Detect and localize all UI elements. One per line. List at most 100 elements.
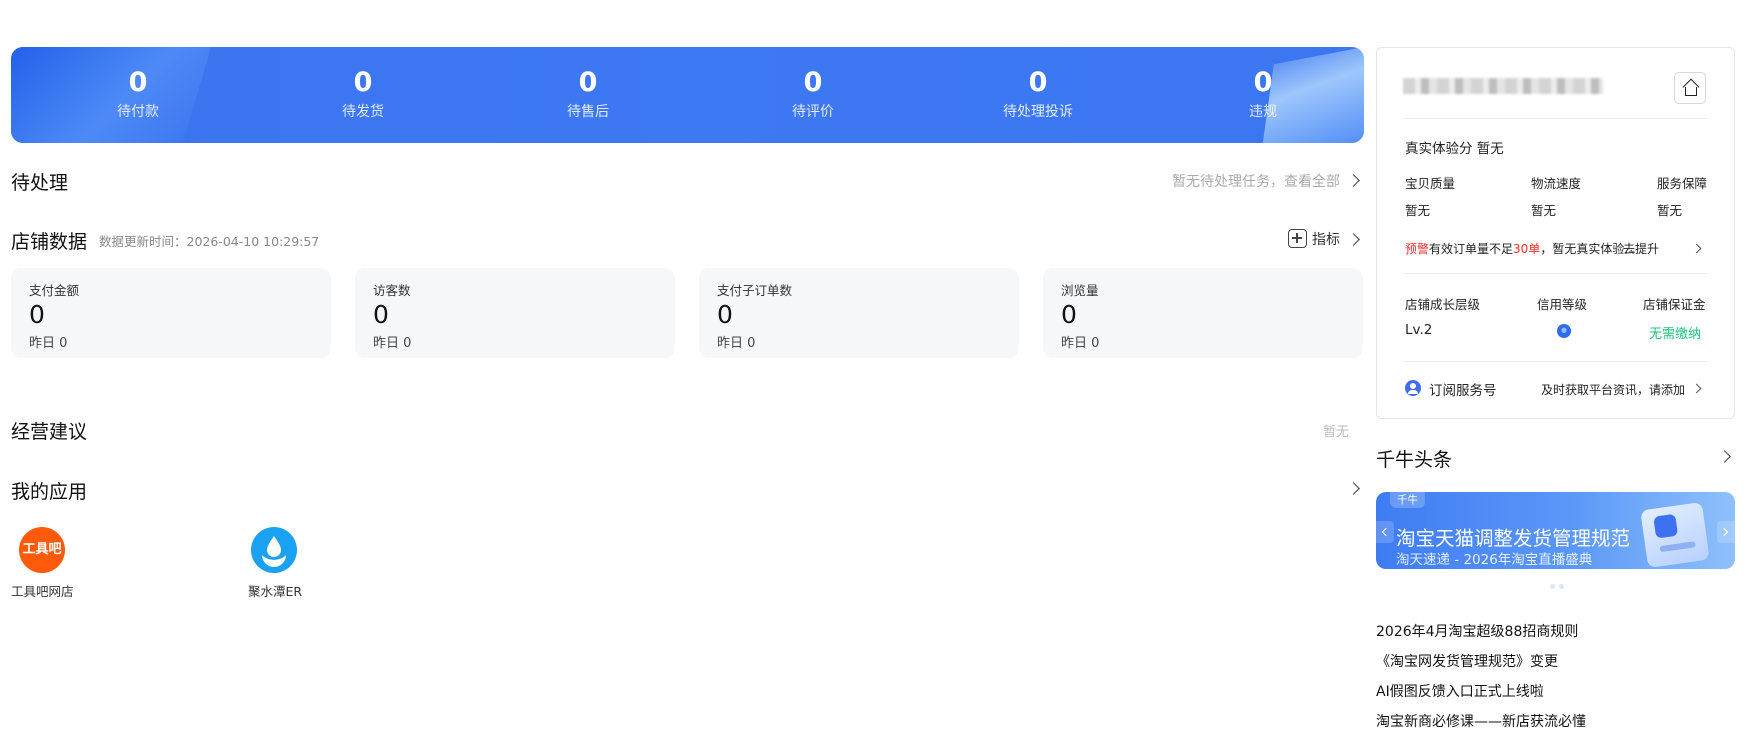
- chevron-right-icon[interactable]: [1691, 243, 1702, 254]
- chevron-right-icon: [1719, 527, 1729, 536]
- metric-title: 访客数: [373, 283, 411, 298]
- experience-score: 真实体验分 暂无: [1405, 137, 1504, 157]
- advice-title: 经营建议: [11, 421, 88, 443]
- banner-tag: 千牛: [1390, 492, 1425, 508]
- metric-title: 浏览量: [1061, 283, 1099, 298]
- stat-violation[interactable]: 0 违规: [1183, 47, 1343, 143]
- credit-label: 信用等级: [1537, 297, 1588, 312]
- stat-label: 待评价: [792, 104, 834, 120]
- news-item[interactable]: AI假图反馈入口正式上线啦: [1376, 681, 1544, 701]
- stat-value: 0: [128, 67, 148, 98]
- pending-title: 待处理: [11, 172, 69, 194]
- divider: [1403, 273, 1707, 274]
- stat-pending-review[interactable]: 0 待评价: [733, 47, 893, 143]
- plus-square-icon: [1288, 229, 1307, 248]
- improve-link[interactable]: 去提升: [1623, 240, 1659, 257]
- my-apps-title: 我的应用: [11, 481, 88, 503]
- warning-message: 预警有效订单量不足30单，暂无真实体验...: [1405, 240, 1636, 257]
- metric-value: 0: [1061, 300, 1077, 329]
- banner-subtitle: 淘天速递 - 2026年淘宝直播盛典: [1396, 552, 1593, 568]
- carousel-dot[interactable]: [1559, 584, 1564, 589]
- chevron-right-icon[interactable]: [1347, 233, 1360, 246]
- carousel-prev-button[interactable]: [1376, 521, 1394, 543]
- app-name: 聚水潭ER: [248, 584, 303, 599]
- store-data-title: 店铺数据: [11, 231, 88, 253]
- data-update-time: 数据更新时间：2026-04-10 10:29:57: [99, 234, 320, 249]
- chevron-right-icon[interactable]: [1347, 482, 1360, 495]
- stat-value: 0: [353, 67, 373, 98]
- shop-info-card: 真实体验分 暂无 宝贝质量 物流速度 服务保障 暂无 暂无 暂无 预警有效订单量…: [1376, 47, 1735, 419]
- chevron-right-icon[interactable]: [1347, 174, 1360, 187]
- stat-value: 0: [578, 67, 598, 98]
- chevron-left-icon: [1381, 527, 1391, 536]
- stat-pending-aftersale[interactable]: 0 待售后: [508, 47, 668, 143]
- stat-label: 待付款: [117, 104, 159, 120]
- stat-pending-payment[interactable]: 0 待付款: [58, 47, 218, 143]
- credit-level-icon[interactable]: [1557, 324, 1571, 338]
- carousel-next-button[interactable]: [1717, 521, 1735, 543]
- score-value: 暂无: [1657, 203, 1683, 218]
- metric-value: 0: [373, 300, 389, 329]
- advice-empty: 暂无: [1323, 425, 1350, 440]
- metric-card-sub-orders[interactable]: 支付子订单数 0 昨日 0: [699, 268, 1019, 358]
- pending-view-all-link[interactable]: 暂无待处理任务，查看全部: [1172, 171, 1340, 191]
- warning-rest: ，暂无真实体验...: [1540, 242, 1636, 256]
- stat-value: 0: [1028, 67, 1048, 98]
- chevron-right-icon[interactable]: [1691, 383, 1702, 394]
- shop-name-blurred: [1403, 78, 1603, 94]
- stat-pending-complaint[interactable]: 0 待处理投诉: [958, 47, 1118, 143]
- warning-number: 30单: [1513, 242, 1541, 256]
- app-name: 工具吧网店: [11, 584, 74, 599]
- news-item[interactable]: 2026年4月淘宝超级88招商规则: [1376, 621, 1578, 641]
- stat-value: 0: [1253, 67, 1273, 98]
- metric-title: 支付金额: [29, 283, 80, 298]
- metric-yesterday: 昨日 0: [373, 336, 412, 351]
- seller-dashboard: 0 待付款 0 待发货 0 待售后 0 待评价 0 待处理投诉 0 违规 待处理…: [0, 0, 1760, 751]
- score-label: 宝贝质量: [1405, 176, 1456, 191]
- metric-card-payment-amount[interactable]: 支付金额 0 昨日 0: [11, 268, 331, 358]
- score-label: 物流速度: [1531, 176, 1582, 191]
- subscribe-label[interactable]: 订阅服务号: [1429, 379, 1497, 399]
- warning-prefix: 预警: [1405, 242, 1430, 256]
- toolbar-app-icon: 工具吧: [19, 527, 65, 573]
- stat-label: 违规: [1249, 104, 1277, 120]
- score-value: 暂无: [1531, 203, 1557, 218]
- metrics-label: 指标: [1312, 232, 1340, 248]
- metric-value: 0: [29, 300, 45, 329]
- stat-label: 待发货: [342, 104, 384, 120]
- metric-title: 支付子订单数: [717, 283, 793, 298]
- metric-card-visitors[interactable]: 访客数 0 昨日 0: [355, 268, 675, 358]
- experience-value: 暂无: [1476, 141, 1504, 157]
- stat-pending-shipment[interactable]: 0 待发货: [283, 47, 443, 143]
- metric-yesterday: 昨日 0: [1061, 336, 1100, 351]
- deposit-value[interactable]: 无需缴纳: [1649, 323, 1701, 342]
- subscribe-desc[interactable]: 及时获取平台资讯，请添加: [1541, 381, 1685, 398]
- banner-illustration: [1640, 501, 1710, 569]
- jushuitan-app-icon: [251, 527, 297, 573]
- carousel-dot[interactable]: [1550, 584, 1555, 589]
- user-icon: [1405, 380, 1421, 396]
- stat-label: 待售后: [567, 104, 609, 120]
- deposit-label: 店铺保证金: [1643, 297, 1706, 312]
- divider: [1403, 118, 1707, 119]
- news-item[interactable]: 淘宝新商必修课——新店获流必懂: [1376, 711, 1586, 731]
- chevron-right-icon[interactable]: [1718, 450, 1731, 463]
- banner-title: 淘宝天猫调整发货管理规范: [1396, 527, 1631, 550]
- news-title: 千牛头条: [1376, 449, 1453, 471]
- experience-label: 真实体验分: [1405, 141, 1473, 157]
- warning-text: 有效订单量不足: [1429, 242, 1514, 256]
- news-item[interactable]: 《淘宝网发货管理规范》变更: [1376, 651, 1558, 671]
- divider: [1403, 361, 1707, 362]
- stat-value: 0: [803, 67, 823, 98]
- news-carousel[interactable]: 千牛 淘宝天猫调整发货管理规范 淘天速递 - 2026年淘宝直播盛典: [1376, 492, 1735, 569]
- home-button[interactable]: [1674, 72, 1706, 104]
- order-status-banner: 0 待付款 0 待发货 0 待售后 0 待评价 0 待处理投诉 0 违规: [11, 47, 1364, 143]
- metric-value: 0: [717, 300, 733, 329]
- score-label: 服务保障: [1657, 176, 1708, 191]
- stat-label: 待处理投诉: [1003, 104, 1073, 120]
- growth-value[interactable]: Lv.2: [1405, 322, 1432, 338]
- metric-yesterday: 昨日 0: [29, 336, 68, 351]
- score-value: 暂无: [1405, 203, 1431, 218]
- growth-label: 店铺成长层级: [1405, 297, 1481, 312]
- metric-card-page-views[interactable]: 浏览量 0 昨日 0: [1043, 268, 1363, 358]
